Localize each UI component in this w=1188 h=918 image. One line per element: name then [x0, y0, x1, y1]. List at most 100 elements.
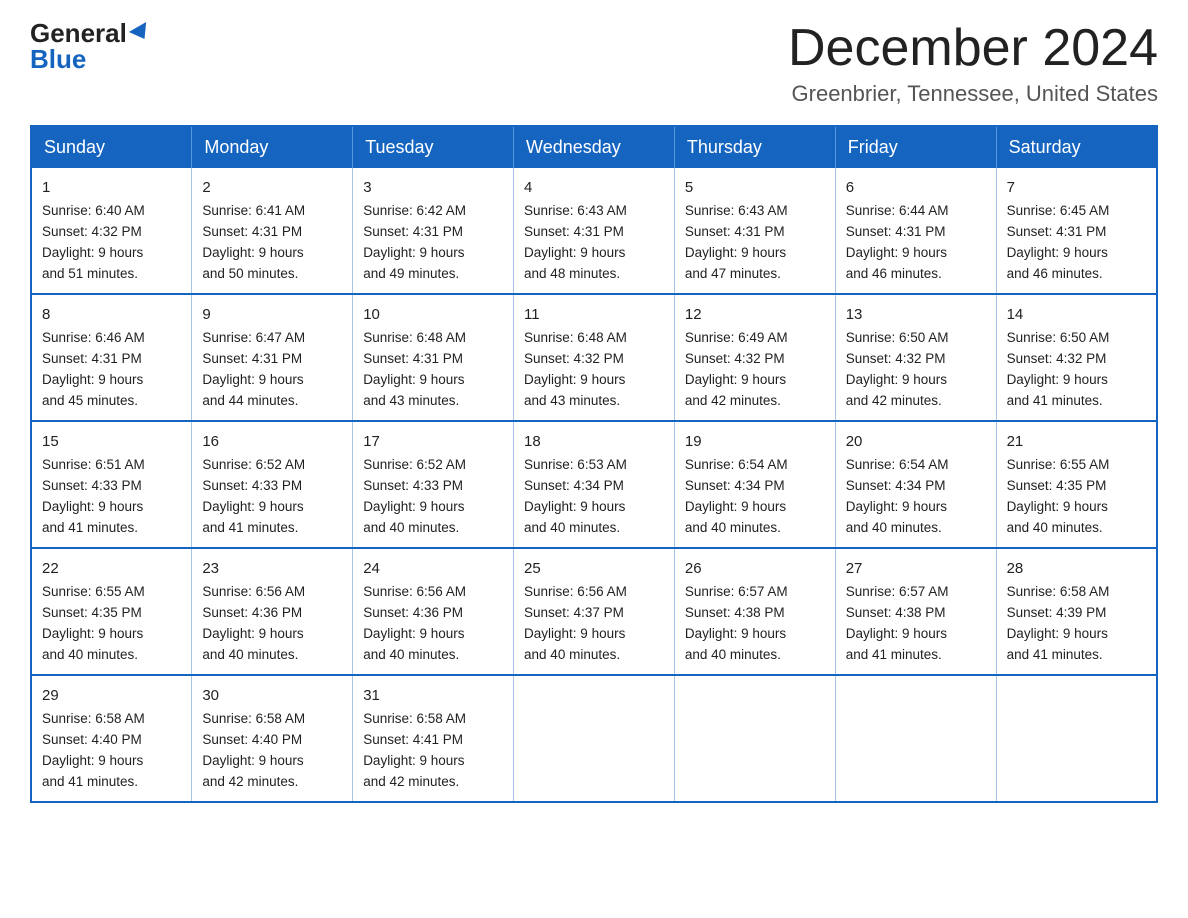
sunrise-text: Sunrise: 6:58 AM — [363, 711, 466, 726]
daylight-text: Daylight: 9 hours — [42, 626, 143, 641]
daylight-text2: and 41 minutes. — [1007, 393, 1103, 408]
daylight-text2: and 50 minutes. — [202, 266, 298, 281]
daylight-text: Daylight: 9 hours — [685, 499, 786, 514]
sunset-text: Sunset: 4:34 PM — [846, 478, 946, 493]
day-number: 18 — [524, 430, 664, 453]
sunrise-text: Sunrise: 6:46 AM — [42, 330, 145, 345]
calendar-week-row: 1 Sunrise: 6:40 AM Sunset: 4:32 PM Dayli… — [31, 168, 1157, 294]
daylight-text: Daylight: 9 hours — [202, 372, 303, 387]
daylight-text2: and 43 minutes. — [524, 393, 620, 408]
sunrise-text: Sunrise: 6:58 AM — [202, 711, 305, 726]
sunrise-text: Sunrise: 6:58 AM — [1007, 584, 1110, 599]
sunrise-text: Sunrise: 6:47 AM — [202, 330, 305, 345]
daylight-text: Daylight: 9 hours — [42, 499, 143, 514]
daylight-text2: and 46 minutes. — [846, 266, 942, 281]
day-number: 29 — [42, 684, 181, 707]
daylight-text: Daylight: 9 hours — [363, 245, 464, 260]
calendar-day-cell: 8 Sunrise: 6:46 AM Sunset: 4:31 PM Dayli… — [31, 294, 192, 421]
logo-general: General — [30, 20, 127, 46]
calendar-day-cell: 16 Sunrise: 6:52 AM Sunset: 4:33 PM Dayl… — [192, 421, 353, 548]
logo-blue: Blue — [30, 46, 86, 72]
calendar-empty-cell — [835, 675, 996, 802]
sunrise-text: Sunrise: 6:42 AM — [363, 203, 466, 218]
daylight-text2: and 45 minutes. — [42, 393, 138, 408]
sunset-text: Sunset: 4:37 PM — [524, 605, 624, 620]
sunrise-text: Sunrise: 6:43 AM — [685, 203, 788, 218]
sunrise-text: Sunrise: 6:57 AM — [685, 584, 788, 599]
sunset-text: Sunset: 4:39 PM — [1007, 605, 1107, 620]
calendar-day-cell: 6 Sunrise: 6:44 AM Sunset: 4:31 PM Dayli… — [835, 168, 996, 294]
daylight-text2: and 46 minutes. — [1007, 266, 1103, 281]
daylight-text2: and 40 minutes. — [1007, 520, 1103, 535]
daylight-text2: and 42 minutes. — [846, 393, 942, 408]
day-number: 3 — [363, 176, 503, 199]
sunrise-text: Sunrise: 6:55 AM — [1007, 457, 1110, 472]
sunset-text: Sunset: 4:32 PM — [1007, 351, 1107, 366]
sunset-text: Sunset: 4:31 PM — [202, 351, 302, 366]
sunset-text: Sunset: 4:31 PM — [42, 351, 142, 366]
day-number: 23 — [202, 557, 342, 580]
day-number: 26 — [685, 557, 825, 580]
sunset-text: Sunset: 4:33 PM — [202, 478, 302, 493]
sunset-text: Sunset: 4:34 PM — [524, 478, 624, 493]
sunset-text: Sunset: 4:38 PM — [685, 605, 785, 620]
sunrise-text: Sunrise: 6:44 AM — [846, 203, 949, 218]
daylight-text: Daylight: 9 hours — [524, 626, 625, 641]
day-number: 10 — [363, 303, 503, 326]
day-number: 2 — [202, 176, 342, 199]
daylight-text2: and 41 minutes. — [42, 774, 138, 789]
day-number: 19 — [685, 430, 825, 453]
day-number: 15 — [42, 430, 181, 453]
calendar-day-cell: 19 Sunrise: 6:54 AM Sunset: 4:34 PM Dayl… — [674, 421, 835, 548]
sunset-text: Sunset: 4:40 PM — [42, 732, 142, 747]
calendar-day-cell: 28 Sunrise: 6:58 AM Sunset: 4:39 PM Dayl… — [996, 548, 1157, 675]
daylight-text: Daylight: 9 hours — [363, 753, 464, 768]
daylight-text: Daylight: 9 hours — [42, 753, 143, 768]
logo-arrow-icon — [129, 22, 153, 44]
day-number: 28 — [1007, 557, 1146, 580]
daylight-text2: and 51 minutes. — [42, 266, 138, 281]
page-header: General Blue December 2024 Greenbrier, T… — [30, 20, 1158, 107]
sunrise-text: Sunrise: 6:52 AM — [202, 457, 305, 472]
calendar-week-row: 15 Sunrise: 6:51 AM Sunset: 4:33 PM Dayl… — [31, 421, 1157, 548]
calendar-week-row: 22 Sunrise: 6:55 AM Sunset: 4:35 PM Dayl… — [31, 548, 1157, 675]
calendar-day-cell: 18 Sunrise: 6:53 AM Sunset: 4:34 PM Dayl… — [514, 421, 675, 548]
sunset-text: Sunset: 4:31 PM — [1007, 224, 1107, 239]
sunset-text: Sunset: 4:34 PM — [685, 478, 785, 493]
daylight-text2: and 40 minutes. — [202, 647, 298, 662]
day-number: 30 — [202, 684, 342, 707]
sunrise-text: Sunrise: 6:54 AM — [685, 457, 788, 472]
sunset-text: Sunset: 4:41 PM — [363, 732, 463, 747]
day-number: 6 — [846, 176, 986, 199]
sunrise-text: Sunrise: 6:41 AM — [202, 203, 305, 218]
daylight-text: Daylight: 9 hours — [846, 626, 947, 641]
daylight-text2: and 40 minutes. — [685, 647, 781, 662]
weekday-header-wednesday: Wednesday — [514, 126, 675, 168]
sunset-text: Sunset: 4:35 PM — [1007, 478, 1107, 493]
daylight-text: Daylight: 9 hours — [363, 372, 464, 387]
daylight-text: Daylight: 9 hours — [202, 626, 303, 641]
weekday-header-saturday: Saturday — [996, 126, 1157, 168]
daylight-text: Daylight: 9 hours — [1007, 499, 1108, 514]
sunrise-text: Sunrise: 6:40 AM — [42, 203, 145, 218]
day-number: 14 — [1007, 303, 1146, 326]
sunset-text: Sunset: 4:31 PM — [685, 224, 785, 239]
day-number: 17 — [363, 430, 503, 453]
weekday-header-tuesday: Tuesday — [353, 126, 514, 168]
daylight-text2: and 41 minutes. — [1007, 647, 1103, 662]
sunrise-text: Sunrise: 6:56 AM — [524, 584, 627, 599]
calendar-day-cell: 29 Sunrise: 6:58 AM Sunset: 4:40 PM Dayl… — [31, 675, 192, 802]
calendar-day-cell: 4 Sunrise: 6:43 AM Sunset: 4:31 PM Dayli… — [514, 168, 675, 294]
sunrise-text: Sunrise: 6:56 AM — [202, 584, 305, 599]
daylight-text2: and 40 minutes. — [846, 520, 942, 535]
sunrise-text: Sunrise: 6:55 AM — [42, 584, 145, 599]
daylight-text2: and 42 minutes. — [202, 774, 298, 789]
location-title: Greenbrier, Tennessee, United States — [788, 81, 1158, 107]
sunrise-text: Sunrise: 6:56 AM — [363, 584, 466, 599]
daylight-text: Daylight: 9 hours — [202, 499, 303, 514]
daylight-text2: and 41 minutes. — [42, 520, 138, 535]
daylight-text2: and 47 minutes. — [685, 266, 781, 281]
calendar-day-cell: 7 Sunrise: 6:45 AM Sunset: 4:31 PM Dayli… — [996, 168, 1157, 294]
title-block: December 2024 Greenbrier, Tennessee, Uni… — [788, 20, 1158, 107]
calendar-day-cell: 14 Sunrise: 6:50 AM Sunset: 4:32 PM Dayl… — [996, 294, 1157, 421]
